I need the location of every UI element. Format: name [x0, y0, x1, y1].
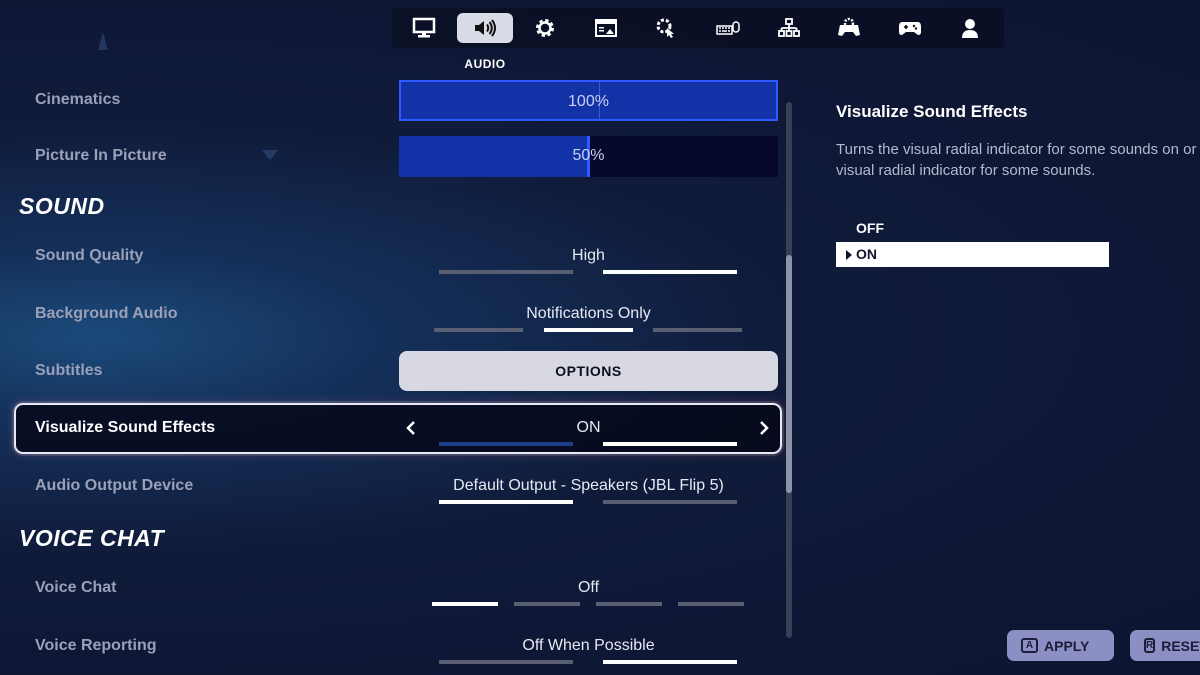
- option-bar-selected: [432, 602, 498, 606]
- voice-chat-label: Voice Chat: [35, 579, 117, 596]
- a-key-icon: A: [1021, 638, 1038, 653]
- cinematics-slider[interactable]: 100%: [399, 80, 778, 121]
- cinematics-label: Cinematics: [35, 91, 121, 108]
- voice-chat-value[interactable]: Off: [399, 579, 778, 597]
- controller-gear-icon: [838, 17, 860, 36]
- tab-video[interactable]: [404, 13, 444, 43]
- reset-label: RESET: [1161, 637, 1200, 654]
- option-bar: [514, 602, 580, 606]
- audio-output-label: Audio Output Device: [35, 477, 194, 494]
- visualize-sound-effects-label: Visualize Sound Effects: [35, 419, 216, 436]
- option-bar-selected: [439, 500, 573, 504]
- tab-controller[interactable]: [890, 13, 930, 43]
- option-bar: [603, 500, 737, 504]
- pip-slider[interactable]: 50%: [399, 136, 778, 177]
- pip-label: Picture In Picture: [35, 147, 167, 164]
- monitor-icon: [412, 17, 436, 38]
- option-bar: [596, 602, 662, 606]
- option-bar: [439, 270, 573, 274]
- caret-right-icon: [846, 250, 852, 260]
- tab-keyboard-mouse[interactable]: [708, 13, 748, 43]
- r-key-icon: R: [1144, 638, 1156, 653]
- option-bar-selected: [544, 328, 633, 332]
- option-on-label: ON: [856, 246, 877, 262]
- active-tab-label: AUDIO: [464, 57, 506, 71]
- speaker-icon: [475, 19, 496, 37]
- settings-scrollbar[interactable]: [786, 102, 792, 638]
- description-line: Turns the visual radial indicator for so…: [836, 141, 1200, 158]
- option-bar: [439, 660, 573, 664]
- touch-gear-icon: [656, 18, 674, 38]
- background-decoration: [98, 32, 108, 50]
- visualize-sound-effects-value: ON: [576, 419, 601, 436]
- cinematics-value: 100%: [568, 93, 609, 110]
- network-icon: [778, 18, 800, 37]
- voice-reporting-value[interactable]: Off When Possible: [399, 637, 778, 655]
- controller-icon: [899, 22, 921, 35]
- subtitles-label: Subtitles: [35, 362, 103, 379]
- background-audio-value[interactable]: Notifications Only: [399, 305, 778, 323]
- tab-hud[interactable]: [586, 13, 626, 43]
- tab-account[interactable]: [950, 13, 990, 43]
- pip-value: 50%: [572, 147, 605, 164]
- scrollbar-thumb[interactable]: [786, 255, 792, 493]
- background-audio-label: Background Audio: [35, 305, 178, 322]
- tab-audio[interactable]: [457, 13, 513, 43]
- account-icon: [962, 19, 978, 38]
- option-bar: [434, 328, 523, 332]
- audio-output-value[interactable]: Default Output - Speakers (JBL Flip 5): [399, 477, 778, 495]
- tab-game[interactable]: [525, 13, 565, 43]
- option-bar-selected: [603, 660, 737, 664]
- tab-network[interactable]: [769, 13, 809, 43]
- tab-controller-settings[interactable]: [829, 13, 869, 43]
- background-decoration: [262, 150, 278, 160]
- option-on-selected[interactable]: ON: [836, 242, 1109, 267]
- section-title-voice-chat: VOICE CHAT: [19, 525, 165, 551]
- subtitles-options-button[interactable]: OPTIONS: [399, 351, 778, 391]
- description-text: Turns the visual radial indicator for so…: [836, 139, 1200, 183]
- apply-label: APPLY: [1044, 637, 1090, 654]
- section-title-sound: SOUND: [19, 193, 105, 219]
- option-bar: [653, 328, 742, 332]
- description-title: Visualize Sound Effects: [836, 102, 1028, 121]
- voice-reporting-label: Voice Reporting: [35, 637, 157, 654]
- keyboard-mouse-icon: [716, 21, 740, 35]
- option-bar: [678, 602, 744, 606]
- description-line: visual radial indicator for some sounds.: [836, 162, 1096, 179]
- hud-icon: [595, 19, 617, 37]
- settings-tab-bar: [392, 8, 1004, 48]
- arrow-right-icon[interactable]: [758, 420, 770, 436]
- option-off[interactable]: OFF: [836, 216, 1109, 241]
- gear-icon: [536, 19, 554, 37]
- apply-button[interactable]: A APPLY: [1007, 630, 1114, 661]
- tab-touch[interactable]: [646, 13, 686, 43]
- option-bar: [439, 442, 573, 446]
- reset-button[interactable]: R RESET: [1130, 630, 1200, 661]
- sound-quality-value[interactable]: High: [399, 247, 778, 265]
- option-bar-selected: [603, 442, 737, 446]
- sound-quality-label: Sound Quality: [35, 247, 144, 264]
- option-bar-selected: [603, 270, 737, 274]
